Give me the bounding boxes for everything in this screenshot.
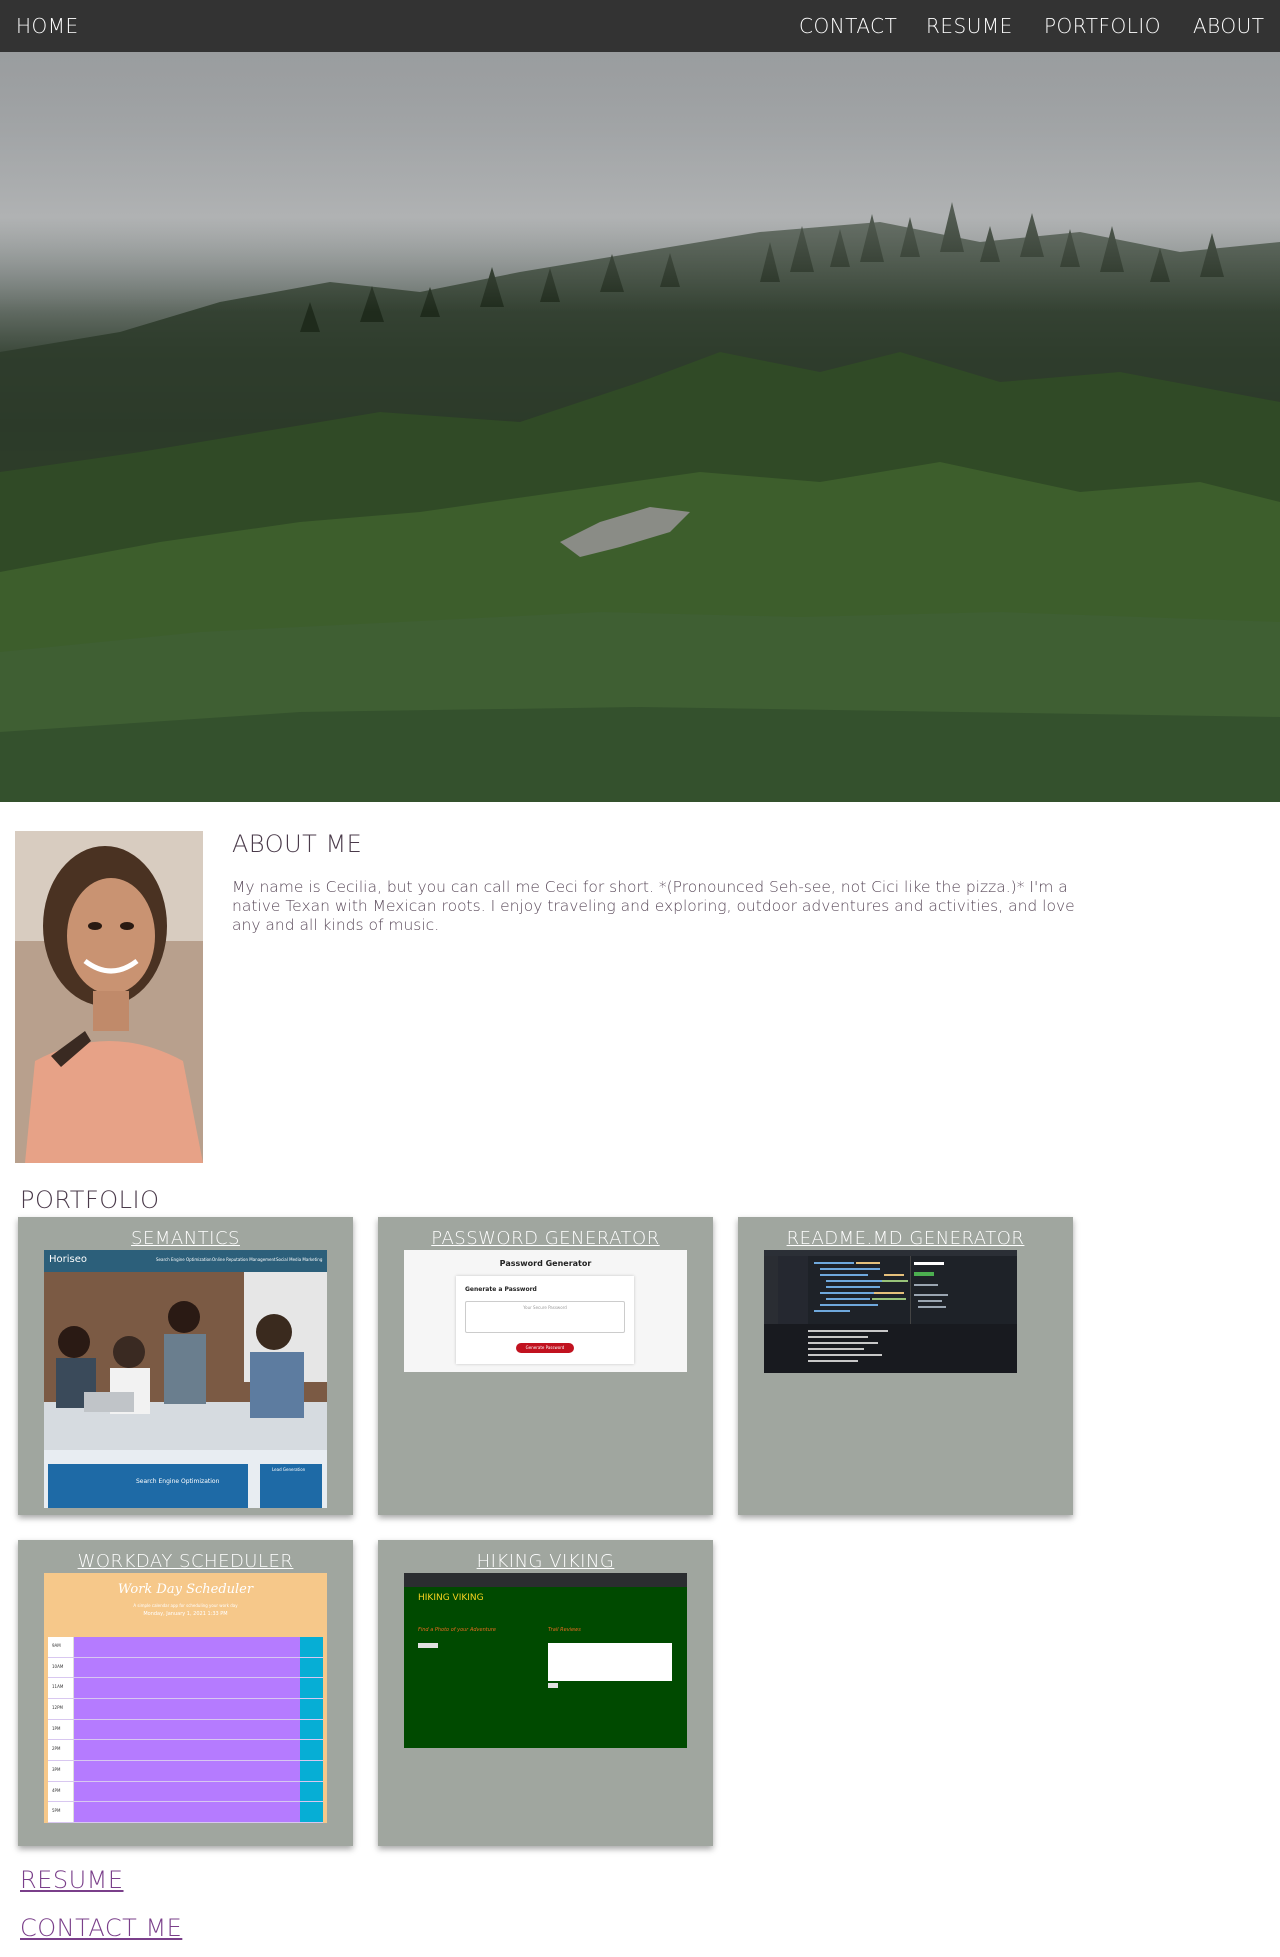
thumb-save-button — [300, 1802, 323, 1822]
hero-landscape-image — [0, 52, 1280, 802]
thumb-hour-description — [74, 1761, 300, 1781]
thumb-hour-row: 10AM — [48, 1657, 323, 1679]
portfolio-heading: PORTFOLIO — [20, 1186, 160, 1214]
project-title-link[interactable]: README.MD GENERATOR — [738, 1228, 1073, 1249]
thumb-heading: Work Day Scheduler — [117, 1582, 254, 1597]
thumb-hour-label: 12PM — [48, 1699, 74, 1719]
project-card-hiking-viking[interactable]: HIKING VIKING HIKING VIKING Find a Photo… — [378, 1540, 713, 1846]
project-title-link[interactable]: SEMANTICS — [18, 1228, 353, 1249]
project-thumbnail[interactable]: HIKING VIKING Find a Photo of your Adven… — [404, 1573, 687, 1748]
thumb-button: Generate Password — [516, 1343, 574, 1353]
thumb-hour-row: 3PM — [48, 1761, 323, 1782]
thumb-date: Monday, January 1, 2021 1:33 PM — [143, 1611, 228, 1617]
thumb-nav-item: Social Media Marketing — [276, 1257, 323, 1262]
project-thumbnail[interactable]: Password Generator Generate a Password Y… — [404, 1250, 687, 1372]
thumb-nav-item: Search Engine Optimization — [156, 1257, 212, 1262]
thumb-hour-description — [74, 1699, 300, 1719]
project-title-link[interactable]: WORKDAY SCHEDULER — [18, 1551, 353, 1572]
thumb-left-heading: Find a Photo of your Adventure — [418, 1627, 497, 1633]
top-navbar: HOME CONTACT RESUME PORTFOLIO ABOUT — [0, 0, 1280, 52]
thumb-save-button — [300, 1657, 323, 1678]
nav-resume-link[interactable]: RESUME — [926, 14, 1013, 38]
thumb-hour-row: 9AM — [48, 1637, 323, 1658]
project-card-password-generator[interactable]: PASSWORD GENERATOR Password Generator Ge… — [378, 1217, 713, 1515]
thumb-placeholder: Your Secure Password — [523, 1305, 567, 1310]
about-heading: ABOUT ME — [232, 830, 363, 858]
thumb-hour-description — [74, 1719, 300, 1740]
thumb-hour-label: 5PM — [48, 1802, 74, 1822]
thumb-hour-description — [74, 1678, 300, 1698]
resume-link[interactable]: RESUME — [20, 1866, 124, 1894]
thumb-save-button — [300, 1678, 323, 1698]
thumb-hour-description — [74, 1781, 300, 1802]
thumb-brand: HIKING VIKING — [418, 1593, 484, 1603]
thumb-hour-row: 2PM — [48, 1740, 323, 1761]
thumb-hour-label: 3PM — [48, 1761, 74, 1781]
thumb-heading: Password Generator — [499, 1259, 592, 1268]
misty-forest-illustration — [0, 52, 1280, 802]
thumb-hour-row: 4PM — [48, 1781, 323, 1803]
thumb-hour-description — [74, 1802, 300, 1822]
thumb-hour-label: 11AM — [48, 1678, 74, 1698]
thumb-save-button — [300, 1699, 323, 1719]
project-thumbnail[interactable] — [764, 1250, 1017, 1373]
thumb-save-button — [300, 1761, 323, 1781]
about-paragraph: My name is Cecilia, but you can call me … — [232, 878, 1075, 934]
nav-portfolio-link[interactable]: PORTFOLIO — [1044, 14, 1161, 38]
thumb-nav-item: Online Reputation Management — [212, 1257, 276, 1262]
thumb-hour-label: 4PM — [48, 1781, 74, 1802]
thumb-hour-label: 1PM — [48, 1719, 74, 1740]
thumb-right-heading: Trail Reviews — [548, 1627, 581, 1633]
project-card-readme-generator[interactable]: README.MD GENERATOR — [738, 1217, 1073, 1515]
nav-contact-link[interactable]: CONTACT — [799, 14, 897, 38]
thumb-side-title: Lead Generation — [272, 1467, 306, 1472]
thumb-hour-label: 10AM — [48, 1657, 74, 1678]
nav-about-link[interactable]: ABOUT — [1193, 14, 1265, 38]
thumb-hour-description — [74, 1740, 300, 1760]
thumb-save-button — [300, 1637, 323, 1657]
thumb-subheading: A simple calendar app for scheduling you… — [133, 1603, 238, 1608]
thumb-brand: Horiseo — [49, 1254, 88, 1265]
project-title-link[interactable]: HIKING VIKING — [378, 1551, 713, 1572]
thumb-hour-label: 9AM — [48, 1637, 74, 1657]
thumb-save-button — [300, 1740, 323, 1760]
thumb-hour-rows: 9AM 10AM 11AM 12PM 1PM 2PM 3PM 4PM 5PM — [48, 1637, 323, 1823]
thumb-hour-row: 1PM — [48, 1719, 323, 1741]
thumb-hour-label: 2PM — [48, 1740, 74, 1760]
project-title-link[interactable]: PASSWORD GENERATOR — [378, 1228, 713, 1249]
profile-photo — [15, 831, 203, 1163]
thumb-hour-description — [74, 1657, 300, 1678]
thumb-subheading: Generate a Password — [465, 1286, 537, 1293]
thumb-hour-row: 11AM — [48, 1678, 323, 1699]
project-card-semantics[interactable]: SEMANTICS Horiseo Search Engine Optimiza… — [18, 1217, 353, 1515]
thumb-save-button — [300, 1781, 323, 1802]
project-thumbnail[interactable]: Horiseo Search Engine Optimization Onlin… — [44, 1250, 327, 1508]
thumb-hour-row: 5PM — [48, 1802, 323, 1823]
nav-home-link[interactable]: HOME — [16, 14, 79, 38]
thumb-hour-row: 12PM — [48, 1699, 323, 1720]
thumb-hour-description — [74, 1637, 300, 1657]
project-thumbnail[interactable]: Work Day Scheduler A simple calendar app… — [44, 1573, 327, 1823]
thumb-section-title: Search Engine Optimization — [136, 1478, 220, 1485]
project-card-workday-scheduler[interactable]: WORKDAY SCHEDULER Work Day Scheduler A s… — [18, 1540, 353, 1846]
thumb-save-button — [300, 1719, 323, 1740]
contact-me-link[interactable]: CONTACT ME — [20, 1914, 182, 1942]
